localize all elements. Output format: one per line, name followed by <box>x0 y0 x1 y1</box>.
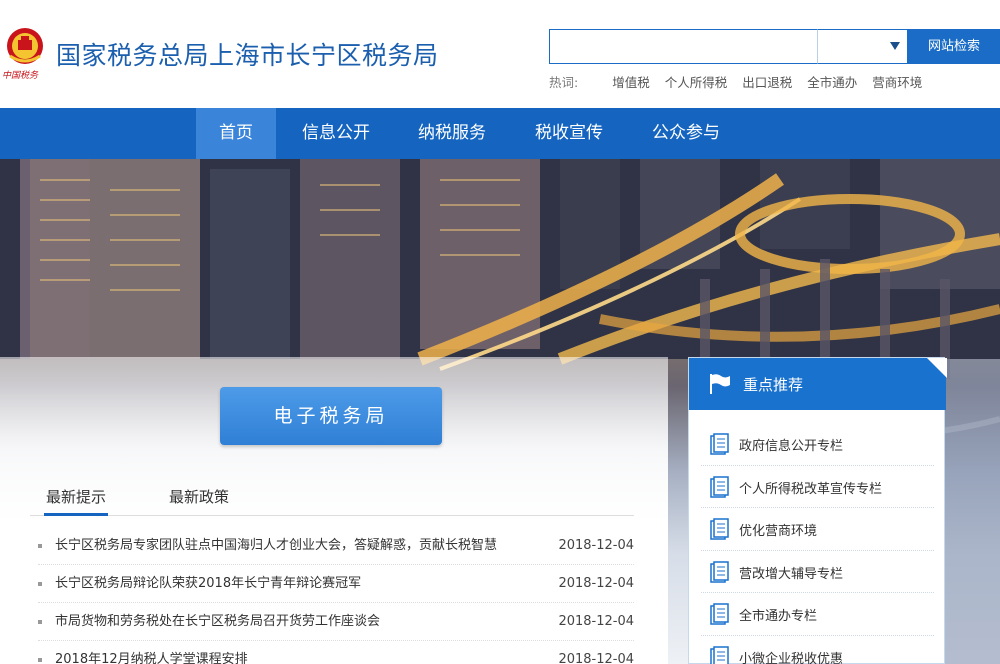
document-icon <box>710 645 729 664</box>
flag-icon <box>710 374 730 394</box>
tab-latest-tips[interactable]: 最新提示 <box>44 486 108 516</box>
document-icon <box>710 475 729 498</box>
hotword-link[interactable]: 营商环境 <box>872 75 922 90</box>
dropdown-arrow-icon <box>890 42 900 50</box>
list-item: 市局货物和劳务税处在长宁区税务局召开货劳工作座谈会 2018-12-04 <box>38 603 634 641</box>
site-header: 中国税务 国家税务总局上海市长宁区税务局 网站检索 热词: 增值税 个人所得税 … <box>0 0 1000 108</box>
hotword-link[interactable]: 增值税 <box>612 75 650 90</box>
main-nav: 首页 信息公开 纳税服务 税收宣传 公众参与 <box>0 108 1000 159</box>
featured-item[interactable]: 全市通办专栏 <box>701 593 934 636</box>
news-date: 2018-12-04 <box>558 614 634 629</box>
news-title-link[interactable]: 市局货物和劳务税处在长宁区税务局召开货劳工作座谈会 <box>55 603 380 641</box>
news-date: 2018-12-04 <box>558 576 634 591</box>
featured-item[interactable]: 个人所得税改革宣传专栏 <box>701 466 934 508</box>
hotwords-label: 热词: <box>549 75 579 90</box>
document-icon <box>710 518 729 540</box>
featured-item-label[interactable]: 政府信息公开专栏 <box>739 435 843 454</box>
featured-list: 政府信息公开专栏 个人所得税改革宣传专栏 优化营商环境 营改增大辅导专栏 全市通… <box>689 423 946 664</box>
featured-item[interactable]: 政府信息公开专栏 <box>701 423 934 466</box>
document-icon <box>710 560 729 583</box>
search-button[interactable]: 网站检索 <box>908 29 1000 64</box>
news-list: 长宁区税务局专家团队驻点中国海归人才创业大会，答疑解惑，贡献长税智慧 2018-… <box>38 527 634 664</box>
hotword-link[interactable]: 全市通办 <box>807 75 857 90</box>
etax-bureau-button[interactable]: 电子税务局 <box>220 387 442 445</box>
sidebar-title: 重点推荐 <box>743 376 804 394</box>
nav-item-tax-publicity[interactable]: 税收宣传 <box>523 108 615 159</box>
featured-item-label[interactable]: 小微企业税收优惠 <box>739 648 843 664</box>
hotwords-bar: 热词: 增值税 个人所得税 出口退税 全市通办 营商环境 <box>549 72 933 91</box>
news-title-link[interactable]: 2018年12月纳税人学堂课程安排 <box>55 641 248 664</box>
list-item: 2018年12月纳税人学堂课程安排 2018-12-04 <box>38 641 634 664</box>
header-corner-fold <box>927 358 947 378</box>
nav-item-home[interactable]: 首页 <box>196 108 276 159</box>
hotword-link[interactable]: 出口退税 <box>742 75 792 90</box>
featured-sidebar: 重点推荐 政府信息公开专栏 个人所得税改革宣传专栏 优化营商环境 营改增大辅导专… <box>688 357 947 664</box>
bullet-icon <box>38 658 42 662</box>
hotword-link[interactable]: 个人所得税 <box>665 75 728 90</box>
emblem-caption: 中国税务 <box>2 71 39 81</box>
featured-item-label[interactable]: 优化营商环境 <box>739 520 817 539</box>
sidebar-header: 重点推荐 <box>689 358 947 410</box>
site-title[interactable]: 国家税务总局上海市长宁区税务局 <box>56 36 439 72</box>
list-item: 长宁区税务局辩论队荣获2018年长宁青年辩论赛冠军 2018-12-04 <box>38 565 634 603</box>
nav-item-tax-service[interactable]: 纳税服务 <box>406 108 498 159</box>
featured-item-label[interactable]: 全市通办专栏 <box>739 605 817 624</box>
search-scope-select[interactable] <box>817 29 908 64</box>
tab-latest-policy[interactable]: 最新政策 <box>167 486 231 516</box>
bullet-icon <box>38 620 42 624</box>
search-box <box>549 29 818 64</box>
bullet-icon <box>38 544 42 548</box>
nav-item-public-participation[interactable]: 公众参与 <box>640 108 732 159</box>
news-tabs: 最新提示 最新政策 <box>30 480 634 516</box>
tax-emblem-icon <box>7 28 43 64</box>
featured-item-label[interactable]: 个人所得税改革宣传专栏 <box>739 478 882 497</box>
featured-item[interactable]: 营改增大辅导专栏 <box>701 551 934 593</box>
news-date: 2018-12-04 <box>558 652 634 664</box>
news-title-link[interactable]: 长宁区税务局辩论队荣获2018年长宁青年辩论赛冠军 <box>55 565 361 603</box>
document-icon <box>710 433 729 455</box>
featured-item-label[interactable]: 营改增大辅导专栏 <box>739 563 843 582</box>
document-icon <box>710 603 729 625</box>
news-title-link[interactable]: 长宁区税务局专家团队驻点中国海归人才创业大会，答疑解惑，贡献长税智慧 <box>55 527 497 565</box>
featured-item[interactable]: 小微企业税收优惠 <box>701 636 934 664</box>
nav-item-info-disclosure[interactable]: 信息公开 <box>290 108 382 159</box>
list-item: 长宁区税务局专家团队驻点中国海归人才创业大会，答疑解惑，贡献长税智慧 2018-… <box>38 527 634 565</box>
featured-item[interactable]: 优化营商环境 <box>701 508 934 551</box>
search-input[interactable] <box>550 30 818 63</box>
news-date: 2018-12-04 <box>558 538 634 553</box>
bullet-icon <box>38 582 42 586</box>
